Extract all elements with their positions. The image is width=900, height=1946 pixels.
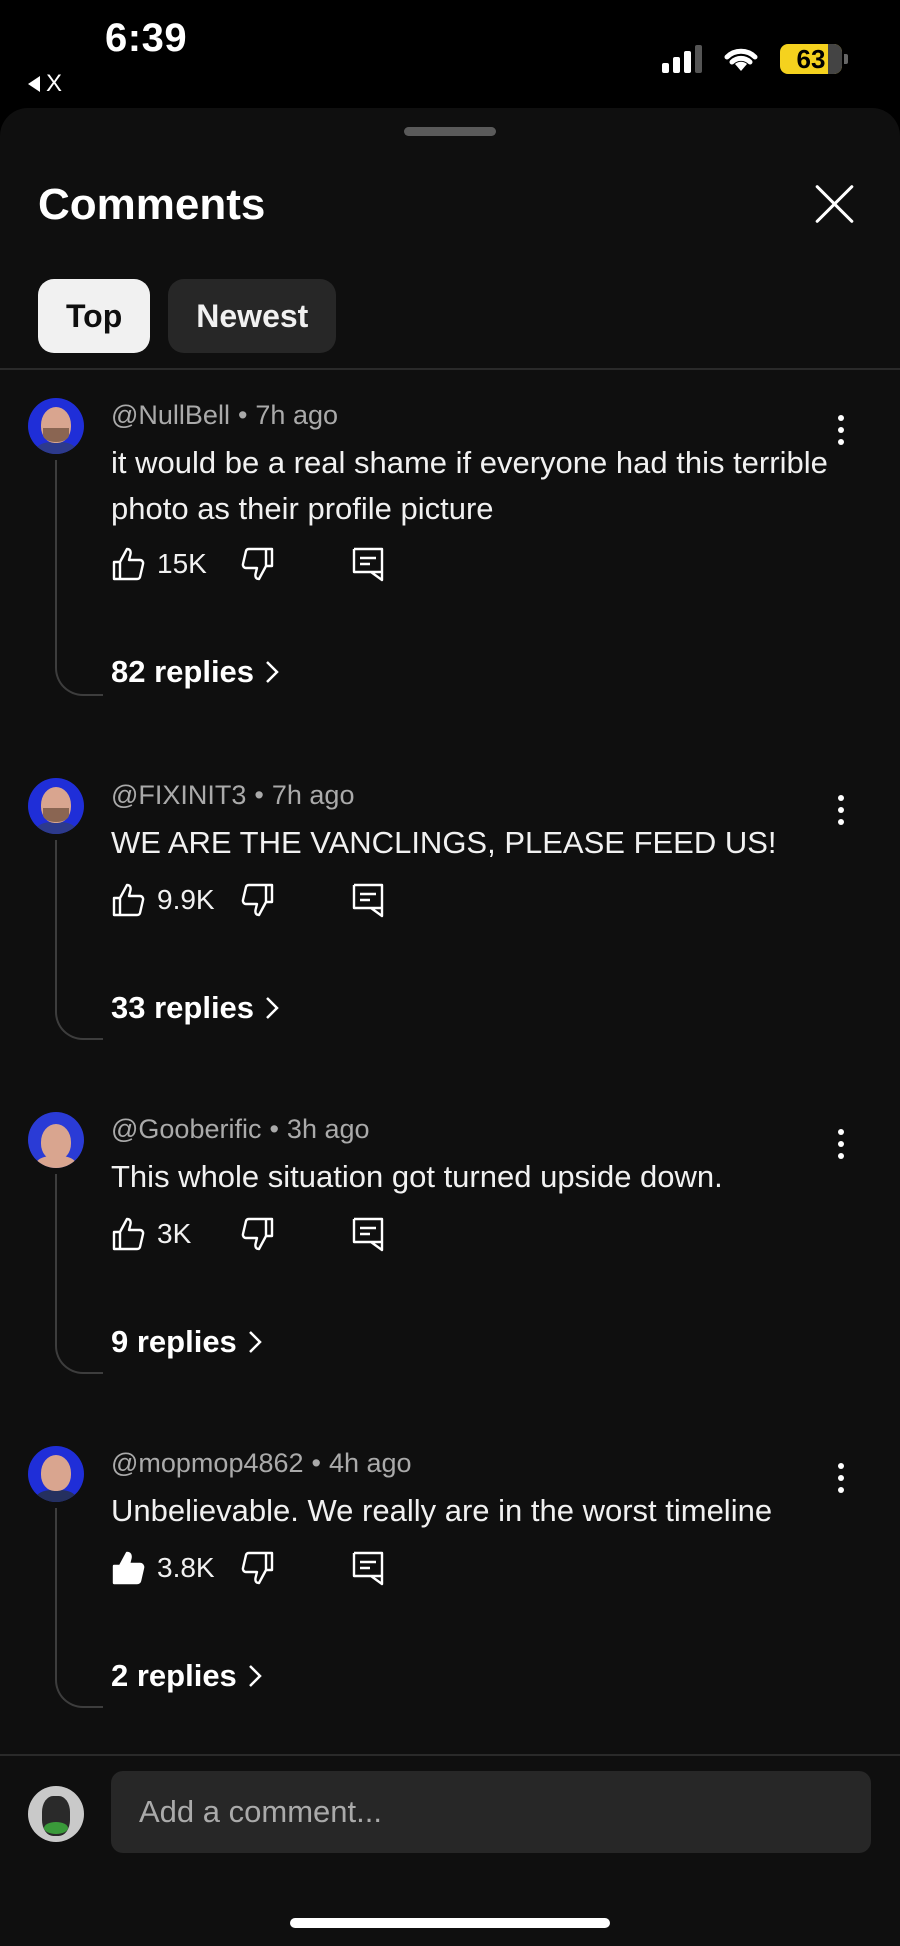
comment-author[interactable]: @mopmop4862 bbox=[111, 1448, 304, 1478]
wifi-icon bbox=[724, 48, 758, 71]
view-replies-button[interactable]: 33 replies bbox=[111, 990, 280, 1026]
replies-count: 33 replies bbox=[111, 990, 255, 1025]
avatar[interactable] bbox=[28, 1446, 84, 1502]
back-arrow-icon bbox=[28, 76, 40, 92]
like-icon[interactable] bbox=[111, 1216, 145, 1252]
close-button[interactable] bbox=[812, 182, 856, 226]
comment-meta: @FIXINIT3 • 7h ago bbox=[111, 780, 355, 810]
like-count: 15K bbox=[157, 548, 207, 579]
tab-newest[interactable]: Newest bbox=[168, 279, 337, 353]
add-comment-input[interactable] bbox=[111, 1771, 871, 1853]
back-app-label: X bbox=[46, 70, 63, 97]
dislike-icon[interactable] bbox=[241, 546, 275, 582]
sort-tabs: Top Newest bbox=[38, 279, 337, 353]
like-icon[interactable] bbox=[111, 546, 145, 582]
view-replies-button[interactable]: 82 replies bbox=[111, 654, 280, 690]
comment-meta: @Gooberific • 3h ago bbox=[111, 1114, 370, 1144]
comment-item: @FIXINIT3 • 7h ago WE ARE THE VANCLINGS, P… bbox=[0, 778, 900, 1112]
comment-actions: 3K bbox=[111, 1216, 385, 1252]
view-replies-button[interactable]: 9 replies bbox=[111, 1324, 263, 1360]
replies-count: 82 replies bbox=[111, 654, 255, 689]
like-count: 9.9K bbox=[157, 884, 215, 915]
comment-author[interactable]: @Gooberific bbox=[111, 1114, 261, 1144]
status-indicators: 63 bbox=[662, 44, 848, 74]
comment-meta: @NullBell • 7h ago bbox=[111, 400, 338, 430]
like-count: 3.8K bbox=[157, 1552, 215, 1583]
view-replies-button[interactable]: 2 replies bbox=[111, 1658, 263, 1694]
chevron-right-icon bbox=[266, 661, 279, 683]
status-bar: 6:39 X 63 bbox=[0, 0, 900, 108]
comment-actions: 9.9K bbox=[111, 882, 385, 918]
thread-line bbox=[55, 1508, 103, 1708]
back-to-app-button[interactable]: X bbox=[28, 70, 62, 98]
comment-text: This whole situation got turned upside d… bbox=[111, 1159, 723, 1194]
dislike-icon[interactable] bbox=[241, 1216, 275, 1252]
tab-top[interactable]: Top bbox=[38, 279, 151, 353]
battery-icon: 63 bbox=[780, 44, 848, 74]
chevron-right-icon bbox=[248, 1331, 262, 1353]
chevron-right-icon bbox=[266, 997, 279, 1019]
replies-count: 2 replies bbox=[111, 1658, 237, 1693]
comment-actions: 3.8K bbox=[111, 1550, 385, 1586]
comment-actions: 15K bbox=[111, 546, 385, 582]
avatar[interactable] bbox=[28, 398, 84, 454]
dislike-icon[interactable] bbox=[241, 1550, 275, 1586]
comment-author[interactable]: @FIXINIT3 bbox=[111, 780, 246, 810]
comments-sheet: Comments Top Newest @NullBell • 7h ago it … bbox=[0, 108, 900, 1946]
replies-count: 9 replies bbox=[111, 1324, 237, 1359]
like-icon[interactable] bbox=[111, 882, 145, 918]
comment-age: 7h ago bbox=[271, 780, 355, 810]
comment-text: Unbelievable. We really are in the worst… bbox=[111, 1493, 773, 1528]
battery-level: 63 bbox=[796, 44, 826, 74]
sheet-title: Comments bbox=[38, 180, 266, 229]
header-divider bbox=[0, 368, 900, 370]
comment-text: WE ARE THE VANCLINGS, PLEASE FEED US! bbox=[111, 825, 777, 860]
thread-line bbox=[55, 460, 103, 696]
comment-author[interactable]: @NullBell bbox=[111, 400, 230, 430]
status-time: 6:39 bbox=[105, 16, 188, 60]
comment-text: it would be a real shame if everyone had… bbox=[111, 445, 828, 526]
home-indicator[interactable] bbox=[290, 1918, 610, 1928]
thread-line bbox=[55, 1174, 103, 1374]
like-filled-icon[interactable] bbox=[111, 1550, 145, 1586]
comment-composer bbox=[0, 1756, 900, 1946]
chevron-right-icon bbox=[248, 1665, 262, 1687]
comment-item: @NullBell • 7h ago it would be a real sham… bbox=[0, 398, 900, 732]
reply-icon[interactable] bbox=[351, 1550, 385, 1586]
comment-item: @mopmop4862 • 4h ago Unbelievable. We real… bbox=[0, 1446, 900, 1780]
like-count: 3K bbox=[157, 1218, 192, 1249]
my-avatar bbox=[28, 1786, 84, 1842]
reply-icon[interactable] bbox=[351, 546, 385, 582]
comment-age: 7h ago bbox=[255, 400, 338, 430]
cellular-signal-icon bbox=[662, 45, 702, 73]
avatar[interactable] bbox=[28, 778, 84, 834]
comment-age: 3h ago bbox=[286, 1114, 370, 1144]
comment-age: 4h ago bbox=[328, 1448, 412, 1478]
dislike-icon[interactable] bbox=[241, 882, 275, 918]
comment-meta: @mopmop4862 • 4h ago bbox=[111, 1448, 412, 1478]
reply-icon[interactable] bbox=[351, 882, 385, 918]
sheet-grabber[interactable] bbox=[404, 127, 496, 136]
reply-icon[interactable] bbox=[351, 1216, 385, 1252]
comment-item: @Gooberific • 3h ago This whole situation … bbox=[0, 1112, 900, 1446]
avatar[interactable] bbox=[28, 1112, 84, 1168]
thread-line bbox=[55, 840, 103, 1040]
